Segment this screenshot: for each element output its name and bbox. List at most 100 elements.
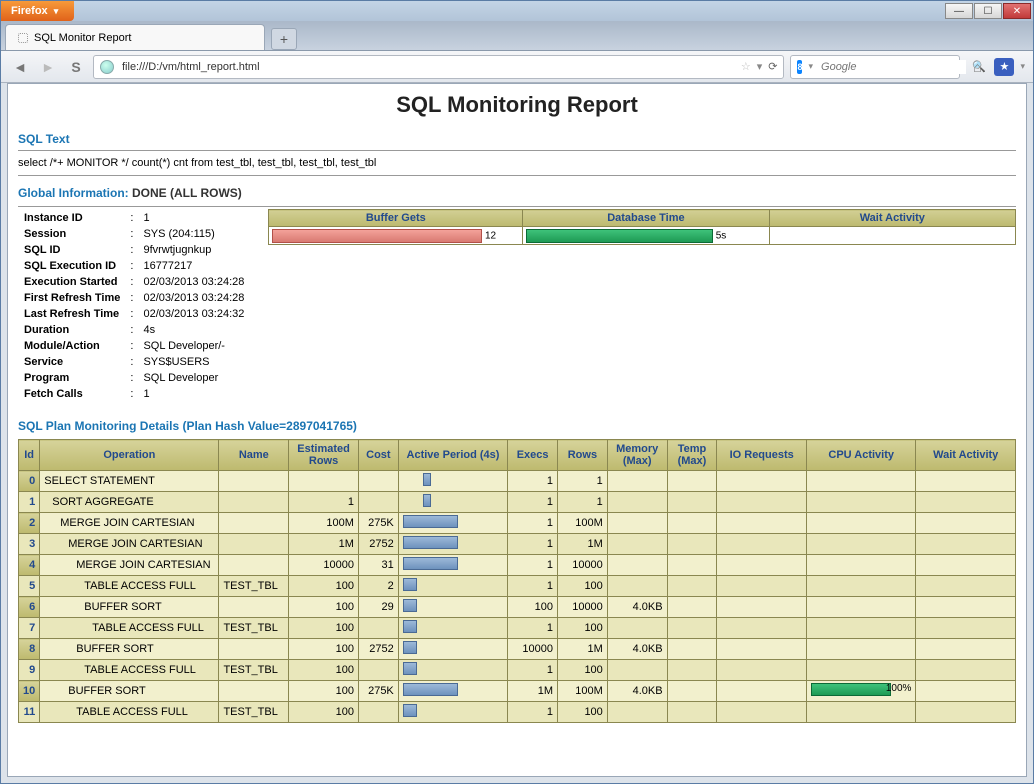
home-button[interactable]: ⌂ (966, 56, 988, 78)
plan-period (398, 576, 507, 597)
url-bar[interactable]: ☆ ▾ ⟳ (93, 55, 784, 79)
plan-heading: SQL Plan Monitoring Details (Plan Hash V… (18, 419, 1016, 433)
metric-header: Database Time (523, 210, 769, 227)
maximize-button[interactable]: ☐ (974, 3, 1002, 19)
plan-cost: 2752 (358, 639, 398, 660)
search-engine-icon[interactable]: 8 (797, 60, 802, 74)
plan-id: 11 (19, 702, 40, 723)
back-button[interactable]: ◄ (9, 56, 31, 78)
plan-temp (667, 639, 717, 660)
plan-op: MERGE JOIN CARTESIAN (40, 534, 219, 555)
plan-rows: 1 (558, 492, 608, 513)
plan-name: TEST_TBL (219, 576, 289, 597)
plan-temp (667, 681, 717, 702)
plan-col-header: Operation (40, 440, 219, 471)
plan-period (398, 513, 507, 534)
search-bar[interactable]: 8 ▾ 🔍 (790, 55, 960, 79)
plan-temp (667, 555, 717, 576)
plan-op: BUFFER SORT (40, 681, 219, 702)
global-info-table: Instance ID:1Session:SYS (204:115)SQL ID… (18, 209, 250, 403)
plan-rows: 100 (558, 576, 608, 597)
dropdown-icon[interactable]: ▾ (757, 60, 763, 73)
info-val: SYS (204:115) (139, 227, 248, 241)
db-time-cell: 5s (523, 227, 769, 245)
plan-execs: 1 (508, 660, 558, 681)
plan-io (717, 576, 807, 597)
search-input[interactable] (819, 60, 966, 74)
plan-wait (916, 702, 1016, 723)
plan-cost (358, 702, 398, 723)
plan-id: 10 (19, 681, 40, 702)
reload-icon[interactable]: ⟳ (768, 60, 777, 73)
star-icon[interactable]: ☆ (741, 60, 751, 73)
plan-io (717, 534, 807, 555)
metric-header: Buffer Gets (269, 210, 523, 227)
plan-row: 11TABLE ACCESS FULLTEST_TBL1001100 (19, 702, 1016, 723)
plan-est: 100 (289, 639, 359, 660)
plan-execs: 100 (508, 597, 558, 618)
plan-period (398, 660, 507, 681)
plan-id: 4 (19, 555, 40, 576)
metrics-panel: Buffer Gets Database Time Wait Activity … (268, 209, 1016, 245)
plan-row: 2MERGE JOIN CARTESIAN100M275K1100M (19, 513, 1016, 534)
plan-name (219, 597, 289, 618)
plan-cost (358, 471, 398, 492)
plan-cpu (806, 702, 915, 723)
plan-op: MERGE JOIN CARTESIAN (40, 555, 219, 576)
plan-cpu (806, 534, 915, 555)
plan-execs: 1 (508, 513, 558, 534)
plan-cpu (806, 471, 915, 492)
plan-col-header: Rows (558, 440, 608, 471)
new-tab-button[interactable]: + (271, 28, 297, 50)
close-button[interactable]: ✕ (1003, 3, 1031, 19)
plan-cost: 31 (358, 555, 398, 576)
plan-io (717, 618, 807, 639)
forward-button[interactable]: ► (37, 56, 59, 78)
plan-est: 100 (289, 660, 359, 681)
plan-rows: 100 (558, 660, 608, 681)
browser-tab[interactable]: SQL Monitor Report (5, 24, 265, 50)
plan-id: 1 (19, 492, 40, 513)
plan-cost (358, 618, 398, 639)
plan-execs: 1 (508, 702, 558, 723)
plan-period (398, 597, 507, 618)
window-titlebar: Firefox — ☐ ✕ (1, 1, 1033, 21)
info-key: Duration (20, 323, 124, 337)
plan-id: 3 (19, 534, 40, 555)
stop-icon[interactable]: S (65, 56, 87, 78)
plan-table: IdOperationNameEstimated RowsCostActive … (18, 439, 1016, 723)
plan-op: TABLE ACCESS FULL (40, 618, 219, 639)
plan-op: BUFFER SORT (40, 639, 219, 660)
plan-temp (667, 618, 717, 639)
page-content: SQL Monitoring Report SQL Text select /*… (7, 83, 1027, 777)
info-key: Instance ID (20, 211, 124, 225)
info-val: 02/03/2013 03:24:28 (139, 291, 248, 305)
plan-est: 1 (289, 492, 359, 513)
info-key: SQL Execution ID (20, 259, 124, 273)
plan-io (717, 492, 807, 513)
url-input[interactable] (120, 60, 735, 74)
plan-rows: 10000 (558, 555, 608, 576)
plan-op: TABLE ACCESS FULL (40, 660, 219, 681)
plan-io (717, 681, 807, 702)
plan-mem (607, 534, 667, 555)
minimize-button[interactable]: — (945, 3, 973, 19)
plan-name: TEST_TBL (219, 660, 289, 681)
firefox-app-button[interactable]: Firefox (1, 1, 74, 21)
plan-mem (607, 618, 667, 639)
plan-cpu (806, 492, 915, 513)
plan-io (717, 555, 807, 576)
page-icon (18, 33, 28, 43)
plan-io (717, 660, 807, 681)
plan-row: 8BUFFER SORT1002752100001M4.0KB (19, 639, 1016, 660)
plan-execs: 1 (508, 555, 558, 576)
plan-est (289, 471, 359, 492)
plan-temp (667, 597, 717, 618)
plan-cpu (806, 576, 915, 597)
bookmarks-button[interactable]: ★ (994, 58, 1014, 76)
plan-rows: 1 (558, 471, 608, 492)
plan-cost: 275K (358, 513, 398, 534)
plan-row: 7TABLE ACCESS FULLTEST_TBL1001100 (19, 618, 1016, 639)
plan-cost: 29 (358, 597, 398, 618)
plan-wait (916, 576, 1016, 597)
